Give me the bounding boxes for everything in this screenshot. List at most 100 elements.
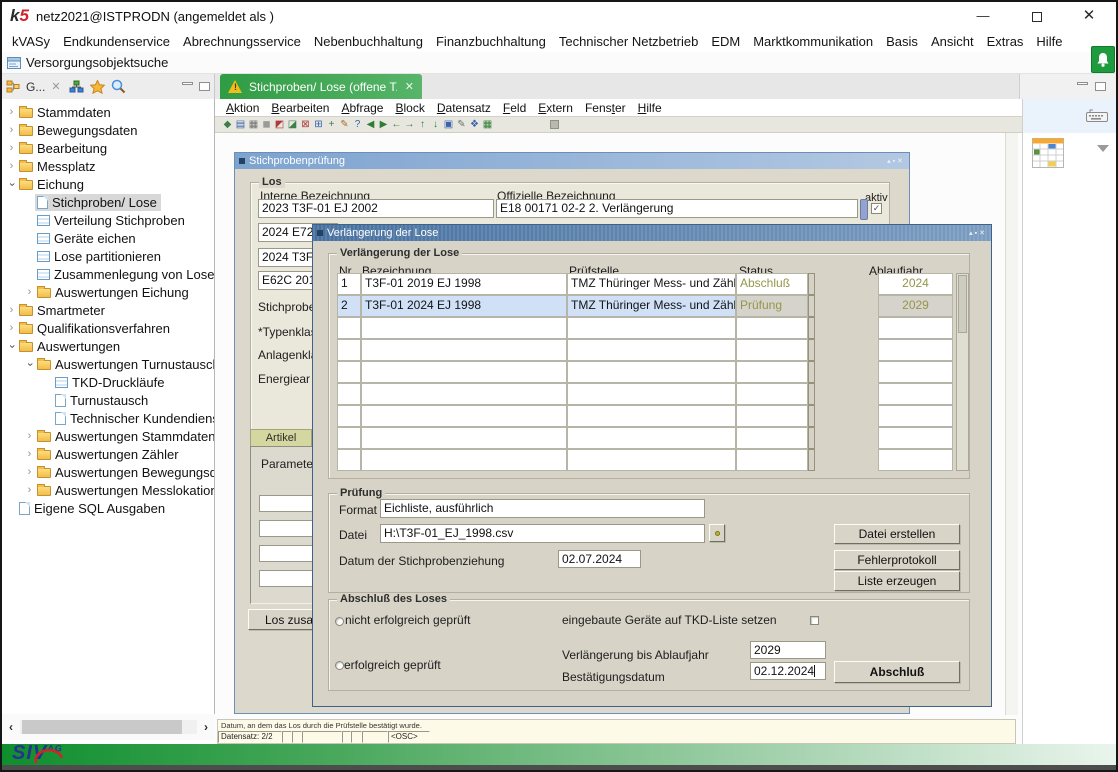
cell-pruefstelle[interactable]: [567, 449, 736, 471]
menu-edm[interactable]: EDM: [705, 32, 747, 51]
minimize-icon[interactable]: —: [966, 4, 1000, 28]
table-row-empty[interactable]: [337, 427, 953, 449]
datei-browse-button[interactable]: [709, 524, 725, 542]
tree-expander-icon[interactable]: ›: [6, 125, 17, 136]
table-vertical-scrollbar[interactable]: [956, 273, 969, 471]
status-dropdown-icon[interactable]: [808, 427, 815, 449]
cell-bezeichnung[interactable]: [361, 449, 567, 471]
tree-expander-icon[interactable]: ›: [6, 179, 17, 190]
forms-menu-aktion[interactable]: Aktion: [220, 101, 265, 115]
edit-field-icon[interactable]: ✎: [455, 118, 468, 131]
cell-ablaufjahr[interactable]: 2029: [878, 295, 953, 317]
cell-status[interactable]: [736, 317, 808, 339]
table-row-2[interactable]: 2T3F-01 2024 EJ 1998TMZ Thüringer Mess- …: [337, 295, 953, 317]
cell-bezeichnung[interactable]: [361, 405, 567, 427]
tree-item-messplatz[interactable]: ›Messplatz: [2, 157, 214, 175]
cell-bezeichnung[interactable]: T3F-01 2019 EJ 1998: [361, 273, 567, 295]
enter-query-icon[interactable]: ◩: [273, 118, 286, 131]
cell-nr[interactable]: [337, 383, 361, 405]
forms-menu-bearbeiten[interactable]: Bearbeiten: [265, 101, 335, 115]
window-a-controls-icon[interactable]: ▴▪✕: [887, 157, 905, 165]
cell-nr[interactable]: [337, 405, 361, 427]
cell-nr[interactable]: [337, 339, 361, 361]
menu-abrechnungsservice[interactable]: Abrechnungsservice: [177, 32, 308, 51]
tree-item-auswertungen-turnustausch[interactable]: ›Auswertungen Turnustausch: [2, 355, 214, 373]
cell-bezeichnung[interactable]: [361, 427, 567, 449]
update-record-icon[interactable]: ✎: [338, 118, 351, 131]
cell-ablaufjahr[interactable]: [878, 449, 953, 471]
cell-ablaufjahr[interactable]: [878, 317, 953, 339]
dropdown-arrow-icon[interactable]: [1097, 145, 1109, 152]
tree-item-smartmeter[interactable]: ›Smartmeter: [2, 301, 214, 319]
next-record-icon[interactable]: →: [403, 118, 416, 131]
menu-kvasy[interactable]: kVASy: [6, 32, 57, 51]
cell-pruefstelle[interactable]: [567, 405, 736, 427]
forms-menu-datensatz[interactable]: Datensatz: [431, 101, 497, 115]
cell-ablaufjahr[interactable]: [878, 383, 953, 405]
mdi-scrollbar[interactable]: [1005, 133, 1018, 715]
cell-status[interactable]: Abschluß: [736, 273, 808, 295]
aktiv-checkbox[interactable]: ✓: [871, 203, 882, 214]
cell-status[interactable]: [736, 361, 808, 383]
cell-pruefstelle[interactable]: TMZ Thüringer Mess- und Zähl: [567, 273, 736, 295]
cell-bezeichnung[interactable]: [361, 317, 567, 339]
status-dropdown-icon[interactable]: [808, 317, 815, 339]
cell-status[interactable]: [736, 339, 808, 361]
left-tab-label[interactable]: G...: [26, 80, 45, 94]
tree-item-eigene-sql-ausgaben[interactable]: Eigene SQL Ausgaben: [2, 499, 214, 517]
format-input[interactable]: Eichliste, ausführlich: [380, 499, 705, 518]
cell-status[interactable]: [736, 449, 808, 471]
menu-basis[interactable]: Basis: [880, 32, 925, 51]
forms-menu-abfrage[interactable]: Abfrage: [335, 101, 389, 115]
cell-bezeichnung[interactable]: T3F-01 2024 EJ 1998: [361, 295, 567, 317]
tree-item-turnustausch[interactable]: Turnustausch: [2, 391, 214, 409]
tree-item-qualifikationsverfahren[interactable]: ›Qualifikationsverfahren: [2, 319, 214, 337]
cell-nr[interactable]: [337, 317, 361, 339]
cell-nr[interactable]: 1: [337, 273, 361, 295]
cell-ablaufjahr[interactable]: [878, 427, 953, 449]
bestaetigungsdatum-input[interactable]: 02.12.2024: [750, 662, 826, 680]
cell-nr[interactable]: [337, 427, 361, 449]
tree-expander-icon[interactable]: ›: [24, 431, 35, 442]
record-scrollbar[interactable]: [860, 199, 868, 220]
dialog-controls-icon[interactable]: ▴▪✕: [969, 229, 987, 237]
verlaengerung-jahr-input[interactable]: 2029: [750, 641, 826, 659]
tree-item-auswertungen[interactable]: ›Auswertungen: [2, 337, 214, 355]
scroll-left-icon[interactable]: ‹: [2, 720, 20, 734]
network-icon[interactable]: [69, 80, 84, 93]
previous-record-icon[interactable]: ←: [390, 118, 403, 131]
forms-menu-extern[interactable]: Extern: [532, 101, 579, 115]
menu-nebenbuchhaltung[interactable]: Nebenbuchhaltung: [308, 32, 430, 51]
tree-item-auswertungen-stammdaten[interactable]: ›Auswertungen Stammdaten: [2, 427, 214, 445]
tree-item-stichproben-lose[interactable]: Stichproben/ Lose: [2, 193, 214, 211]
cell-ablaufjahr[interactable]: 2024: [878, 273, 953, 295]
tree-expander-icon[interactable]: ›: [24, 485, 35, 496]
field-offizielle-bezeichnung[interactable]: E18 00171 02-2 2. Verlängerung: [496, 199, 858, 218]
cell-bezeichnung[interactable]: [361, 339, 567, 361]
cell-ablaufjahr[interactable]: [878, 405, 953, 427]
tree-expander-icon[interactable]: ›: [6, 161, 17, 172]
cell-pruefstelle[interactable]: [567, 317, 736, 339]
menu-marktkommunikation[interactable]: Marktkommunikation: [747, 32, 880, 51]
tree-item-bewegungsdaten[interactable]: ›Bewegungsdaten: [2, 121, 214, 139]
close-icon[interactable]: ✕: [1072, 4, 1106, 28]
tree-item-technischer-kundendienst[interactable]: Technischer Kundendienst: [2, 409, 214, 427]
tree-expander-icon[interactable]: ›: [24, 359, 35, 370]
menu-finanzbuchhaltung[interactable]: Finanzbuchhaltung: [430, 32, 553, 51]
status-dropdown-icon[interactable]: [808, 405, 815, 427]
tree-item-auswertungen-eichung[interactable]: ›Auswertungen Eichung: [2, 283, 214, 301]
favorites-star-icon[interactable]: [90, 80, 105, 94]
datum-input[interactable]: 02.07.2024: [558, 550, 641, 568]
tree-expander-icon[interactable]: ›: [24, 467, 35, 478]
cancel-query-icon[interactable]: ⊠: [299, 118, 312, 131]
datei-erstellen-button[interactable]: Datei erstellen: [834, 524, 960, 544]
tree-item-auswertungen-bewegungsda[interactable]: ›Auswertungen Bewegungsda: [2, 463, 214, 481]
exit-icon[interactable]: ◼: [260, 118, 273, 131]
tree-item-bearbeitung[interactable]: ›Bearbeitung: [2, 139, 214, 157]
table-row-empty[interactable]: [337, 405, 953, 427]
tree-item-tkd-druckläufe[interactable]: TKD-Druckläufe: [2, 373, 214, 391]
excel-export-icon[interactable]: ▦: [481, 118, 494, 131]
cell-nr[interactable]: [337, 361, 361, 383]
radio-erfolgreich[interactable]: [335, 661, 344, 670]
cell-bezeichnung[interactable]: [361, 361, 567, 383]
